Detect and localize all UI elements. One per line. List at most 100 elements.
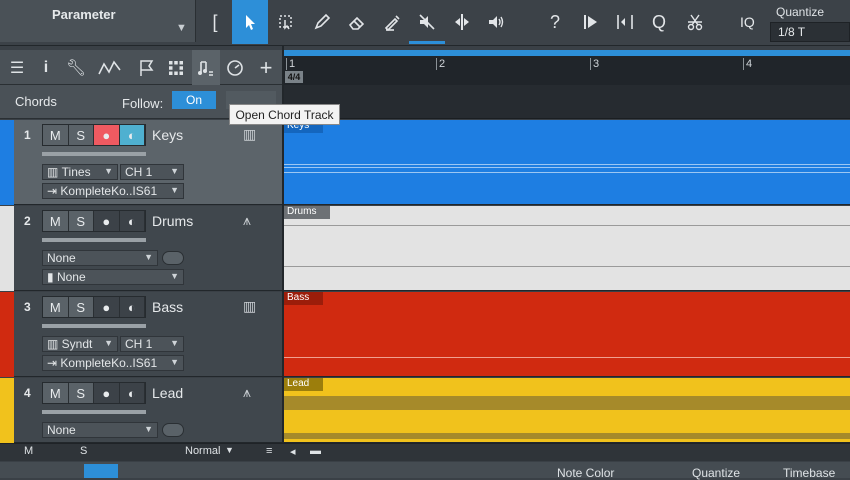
monitor-button[interactable]: ◐ <box>119 383 145 403</box>
channel-select[interactable]: CH 1 ▼ <box>120 336 184 352</box>
instrument-select[interactable]: ▥ Syndt ▼ <box>42 336 118 352</box>
clock-icon[interactable] <box>221 50 249 85</box>
monitor-button[interactable]: ◐ <box>119 125 145 145</box>
scroll-left-icon[interactable]: ◂ <box>290 445 296 458</box>
mute-button[interactable]: M <box>43 383 69 403</box>
track-footer <box>0 443 850 461</box>
monitor-button[interactable]: ◐ <box>119 211 145 231</box>
track-color-strip[interactable] <box>0 120 14 205</box>
menu-icon[interactable]: ☰ <box>3 50 31 85</box>
bar-tick <box>590 58 591 70</box>
track-name[interactable]: Keys <box>152 127 183 143</box>
time-signature[interactable]: 4/4 <box>285 71 303 83</box>
chevron-down-icon: ▼ <box>170 271 179 281</box>
volume-fader[interactable] <box>42 324 146 328</box>
listen-icon[interactable] <box>478 0 514 44</box>
solo-button[interactable]: S <box>68 125 94 145</box>
loop-range-bar[interactable] <box>284 50 850 56</box>
paint-icon[interactable] <box>374 0 410 44</box>
meter-icon: ▮ <box>47 270 57 284</box>
waveform-line <box>284 266 850 267</box>
bar-number: 2 <box>439 58 446 70</box>
solo-button[interactable]: S <box>68 211 94 231</box>
record-arm-button[interactable]: ● <box>94 125 120 145</box>
mode-select[interactable]: Normal <box>185 445 220 457</box>
input-select[interactable]: ⇥ KompleteKo..IS61 ▼ <box>42 355 184 371</box>
track-number: 4 <box>24 386 31 400</box>
global-solo-button[interactable]: S <box>80 445 87 457</box>
bend-icon[interactable] <box>607 0 643 44</box>
scissors-icon[interactable] <box>677 0 713 44</box>
q-icon[interactable]: Q <box>641 0 677 44</box>
track-lane-lead[interactable]: Lead <box>284 378 850 443</box>
link-toggle[interactable] <box>162 423 184 437</box>
list-icon[interactable]: ≡ <box>266 445 272 457</box>
info-icon[interactable]: i <box>32 50 60 85</box>
track-buttons: M S ● ◐ <box>42 382 146 404</box>
follow-label: Follow: <box>122 96 164 111</box>
track-name[interactable]: Lead <box>152 385 183 401</box>
bar-tick <box>286 58 287 70</box>
track-name[interactable]: Bass <box>152 299 183 315</box>
panel-tab[interactable] <box>84 464 118 478</box>
monitor-button[interactable]: ◐ <box>119 297 145 317</box>
plus-icon[interactable]: + <box>252 50 280 85</box>
event-label: Lead <box>284 378 324 391</box>
mute-button[interactable]: M <box>43 211 69 231</box>
play-icon[interactable] <box>573 0 609 44</box>
track-lane-drums[interactable]: Drums <box>284 206 850 291</box>
arrow-icon[interactable] <box>232 0 268 44</box>
output-select[interactable]: ▮ None ▼ <box>42 269 184 285</box>
input-select[interactable]: None ▼ <box>42 422 158 438</box>
chord-icon[interactable] <box>192 50 220 85</box>
grid-icon[interactable] <box>162 50 190 85</box>
mute-button[interactable]: M <box>43 297 69 317</box>
solo-button[interactable]: S <box>68 383 94 403</box>
input-value: KompleteKo..IS61 <box>60 356 158 370</box>
parameter-label: Parameter <box>52 7 116 22</box>
range-icon[interactable] <box>268 0 304 44</box>
volume-fader[interactable] <box>42 410 146 414</box>
eraser-icon[interactable] <box>339 0 375 44</box>
link-toggle[interactable] <box>162 251 184 265</box>
bar-number: 1 <box>289 58 296 70</box>
track-lane-keys[interactable]: Keys <box>284 120 850 205</box>
chevron-down-icon[interactable]: ▼ <box>176 22 187 34</box>
track-lane-bass[interactable]: Bass <box>284 292 850 377</box>
input-select[interactable]: ⇥ KompleteKo..IS61 ▼ <box>42 183 184 199</box>
track-name[interactable]: Drums <box>152 213 193 229</box>
piano-icon: ▥ <box>47 337 62 351</box>
instrument-value: Syndt <box>61 337 93 351</box>
instrument-select[interactable]: ▥ Tines ▼ <box>42 164 118 180</box>
split-icon[interactable] <box>444 0 480 44</box>
mute-icon[interactable] <box>409 0 445 44</box>
track-color-strip[interactable] <box>0 378 14 443</box>
follow-toggle-button[interactable]: On <box>172 91 216 109</box>
mute-button[interactable]: M <box>43 125 69 145</box>
iq-button[interactable]: IQ <box>740 14 755 30</box>
record-arm-button[interactable]: ● <box>94 297 120 317</box>
record-arm-button[interactable]: ● <box>94 211 120 231</box>
chevron-down-icon: ▼ <box>170 166 179 176</box>
wrench-icon[interactable]: 🔧︎ <box>62 50 90 85</box>
track-color-strip[interactable] <box>0 292 14 377</box>
track-color-strip[interactable] <box>0 206 14 291</box>
piano-icon: ▥ <box>243 298 257 314</box>
scrollbar[interactable]: ▬ <box>310 445 321 457</box>
help-icon[interactable]: ? <box>537 0 573 44</box>
global-mute-button[interactable]: M <box>24 445 33 457</box>
chevron-down-icon[interactable]: ▼ <box>225 445 234 455</box>
automation-icon[interactable] <box>96 50 124 85</box>
bracket-icon[interactable]: [ <box>200 0 230 44</box>
solo-button[interactable]: S <box>68 297 94 317</box>
volume-fader[interactable] <box>42 152 146 156</box>
input-select[interactable]: None ▼ <box>42 250 158 266</box>
channel-select[interactable]: CH 1 ▼ <box>120 164 184 180</box>
note-line <box>284 164 850 165</box>
pencil-icon[interactable] <box>304 0 340 44</box>
record-arm-button[interactable]: ● <box>94 383 120 403</box>
chevron-down-icon: ▼ <box>104 166 113 176</box>
volume-fader[interactable] <box>42 238 146 242</box>
chord-lane[interactable] <box>284 85 850 119</box>
flag-icon[interactable] <box>132 50 160 85</box>
